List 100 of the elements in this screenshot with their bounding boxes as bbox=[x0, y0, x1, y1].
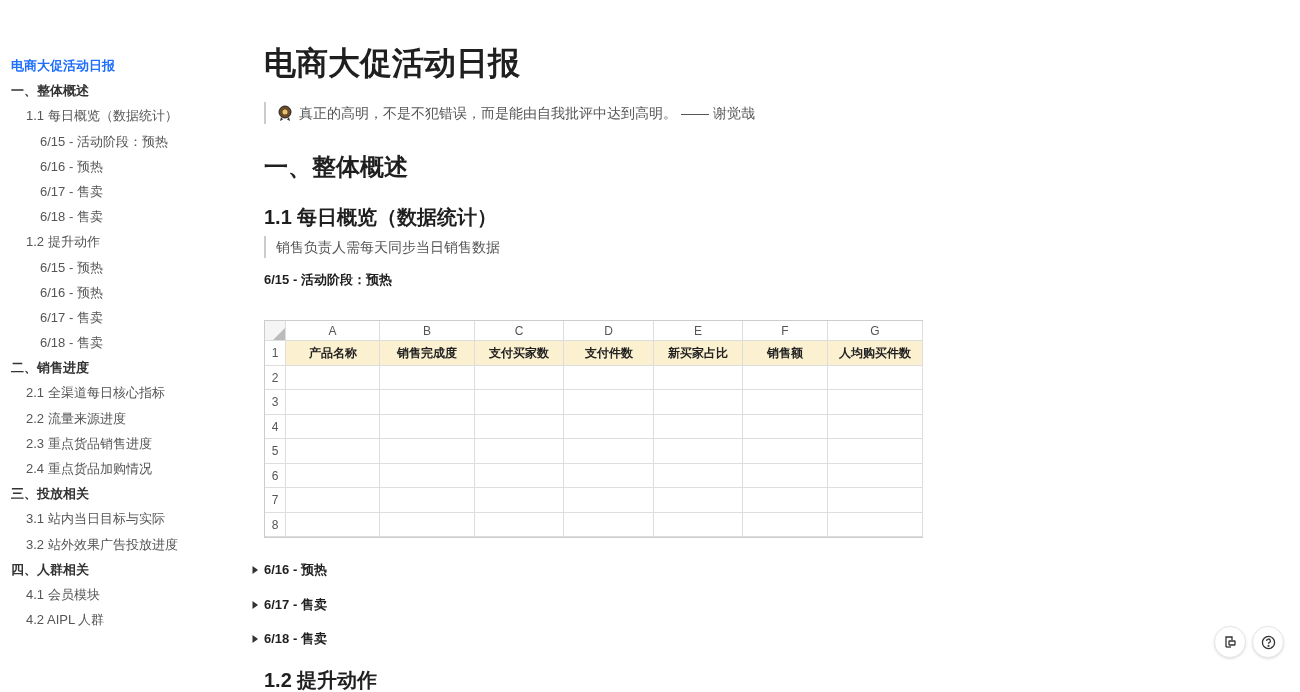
table-cell[interactable] bbox=[564, 512, 654, 537]
table-cell[interactable] bbox=[380, 365, 475, 390]
outline-item[interactable]: 二、销售进度 bbox=[11, 355, 240, 381]
table-cell[interactable] bbox=[475, 439, 564, 464]
table-cell[interactable] bbox=[286, 512, 380, 537]
table-cell[interactable] bbox=[828, 390, 923, 415]
table-cell[interactable] bbox=[828, 488, 923, 513]
header-cell: 支付件数 bbox=[564, 341, 654, 366]
table-cell[interactable] bbox=[654, 439, 743, 464]
table-cell[interactable] bbox=[475, 488, 564, 513]
outline-item[interactable]: 3.2 站外效果广告投放进度 bbox=[11, 531, 240, 557]
collapsible-heading: 6/17 - 售卖 bbox=[264, 595, 327, 614]
outline-item[interactable]: 3.1 站内当日目标与实际 bbox=[11, 506, 240, 532]
row-number[interactable]: 6 bbox=[265, 463, 286, 488]
table-cell[interactable] bbox=[654, 390, 743, 415]
outline-item[interactable]: 6/16 - 预热 bbox=[11, 279, 240, 305]
table-cell[interactable] bbox=[654, 365, 743, 390]
day-heading: 6/15 - 活动阶段：预热 bbox=[264, 271, 393, 289]
table-cell[interactable] bbox=[828, 463, 923, 488]
document-title: 电商大促活动日报 bbox=[264, 44, 521, 83]
table-cell[interactable] bbox=[286, 439, 380, 464]
row-number[interactable]: 5 bbox=[265, 439, 286, 464]
table-cell[interactable] bbox=[475, 390, 564, 415]
outline-item[interactable]: 6/15 - 活动阶段：预热 bbox=[11, 128, 240, 154]
table-cell[interactable] bbox=[286, 390, 380, 415]
table-cell[interactable] bbox=[380, 463, 475, 488]
outline-item[interactable]: 1.1 每日概览（数据统计） bbox=[11, 103, 240, 129]
table-cell[interactable] bbox=[564, 439, 654, 464]
outline-item[interactable]: 6/15 - 预热 bbox=[11, 254, 240, 280]
table-cell[interactable] bbox=[743, 365, 828, 390]
header-cell: 销售额 bbox=[743, 341, 828, 366]
help-icon[interactable] bbox=[1252, 626, 1284, 658]
table-cell[interactable] bbox=[654, 414, 743, 439]
table-cell[interactable] bbox=[828, 365, 923, 390]
table-cell[interactable] bbox=[475, 512, 564, 537]
table-cell[interactable] bbox=[380, 390, 475, 415]
table-cell[interactable] bbox=[564, 390, 654, 415]
caret-icon[interactable] bbox=[251, 566, 259, 574]
table-cell[interactable] bbox=[380, 512, 475, 537]
header-cell: 人均购买件数 bbox=[828, 341, 923, 366]
row-number[interactable]: 3 bbox=[265, 390, 286, 415]
table-cell[interactable] bbox=[475, 365, 564, 390]
outline-item[interactable]: 4.2 AIPL 人群 bbox=[11, 607, 240, 633]
table-cell[interactable] bbox=[828, 414, 923, 439]
table-cell[interactable] bbox=[743, 390, 828, 415]
table-cell[interactable] bbox=[743, 439, 828, 464]
table-cell[interactable] bbox=[743, 463, 828, 488]
table-cell[interactable] bbox=[828, 512, 923, 537]
outline-item[interactable]: 6/17 - 售卖 bbox=[11, 304, 240, 331]
table-cell[interactable] bbox=[654, 463, 743, 488]
outline-item[interactable]: 三、投放相关 bbox=[11, 481, 240, 507]
table-cell[interactable] bbox=[380, 439, 475, 464]
table-cell[interactable] bbox=[743, 414, 828, 439]
table-cell[interactable] bbox=[286, 463, 380, 488]
caret-icon[interactable] bbox=[251, 635, 259, 643]
table-cell[interactable] bbox=[475, 414, 564, 439]
outline-item[interactable]: 2.3 重点货品销售进度 bbox=[11, 430, 240, 456]
outline-item[interactable]: 6/17 - 售卖 bbox=[11, 178, 240, 205]
table-cell[interactable] bbox=[380, 414, 475, 439]
subsection-heading: 1.2 提升动作 bbox=[264, 668, 379, 692]
table-cell[interactable] bbox=[564, 365, 654, 390]
quote-text: 销售负责人需每天同步当日销售数据 bbox=[276, 237, 500, 257]
header-cell: 销售完成度 bbox=[380, 341, 475, 366]
header-cell: 产品名称 bbox=[286, 341, 380, 366]
table-cell[interactable] bbox=[743, 512, 828, 537]
outline-item[interactable]: 1.2 提升动作 bbox=[11, 229, 240, 255]
table-cell[interactable] bbox=[564, 488, 654, 513]
outline-item[interactable]: 4.1 会员模块 bbox=[11, 581, 240, 608]
document-icon[interactable] bbox=[1214, 626, 1246, 658]
subsection-heading: 1.1 每日概览（数据统计） bbox=[264, 205, 499, 230]
row-number[interactable]: 4 bbox=[265, 414, 286, 439]
header-cell: 新买家占比 bbox=[654, 341, 743, 366]
outline-item[interactable]: 2.1 全渠道每日核心指标 bbox=[11, 380, 240, 406]
table-cell[interactable] bbox=[380, 488, 475, 513]
outline-item[interactable]: 2.2 流量来源进度 bbox=[11, 405, 240, 431]
table-cell[interactable] bbox=[743, 488, 828, 513]
table-cell[interactable] bbox=[564, 463, 654, 488]
outline-item[interactable]: 电商大促活动日报 bbox=[11, 53, 240, 79]
table-cell[interactable] bbox=[564, 414, 654, 439]
outline-item[interactable]: 2.4 重点货品加购情况 bbox=[11, 456, 240, 482]
outline-item[interactable]: 四、人群相关 bbox=[11, 556, 240, 582]
outline-item[interactable]: 一、整体概述 bbox=[11, 78, 240, 104]
row-number[interactable]: 2 bbox=[265, 365, 286, 390]
outline-item[interactable]: 6/18 - 售卖 bbox=[11, 204, 240, 230]
row-number[interactable]: 8 bbox=[265, 512, 286, 537]
table-cell[interactable] bbox=[286, 365, 380, 390]
table-cell[interactable] bbox=[286, 414, 380, 439]
table-cell[interactable] bbox=[654, 488, 743, 513]
row-number[interactable]: 7 bbox=[265, 488, 286, 513]
table-cell[interactable] bbox=[654, 512, 743, 537]
table-cell[interactable] bbox=[475, 463, 564, 488]
quote-text: 真正的高明，不是不犯错误，而是能由自我批评中达到高明。 —— 谢觉哉 bbox=[299, 103, 755, 123]
select-all-icon[interactable] bbox=[273, 328, 285, 340]
section-heading: 一、整体概述 bbox=[264, 152, 409, 182]
header-cell: 支付买家数 bbox=[475, 341, 564, 366]
table-cell[interactable] bbox=[828, 439, 923, 464]
caret-icon[interactable] bbox=[251, 600, 259, 609]
outline-item[interactable]: 6/18 - 售卖 bbox=[11, 330, 240, 356]
table-cell[interactable] bbox=[286, 488, 380, 513]
outline-item[interactable]: 6/16 - 预热 bbox=[11, 153, 240, 179]
